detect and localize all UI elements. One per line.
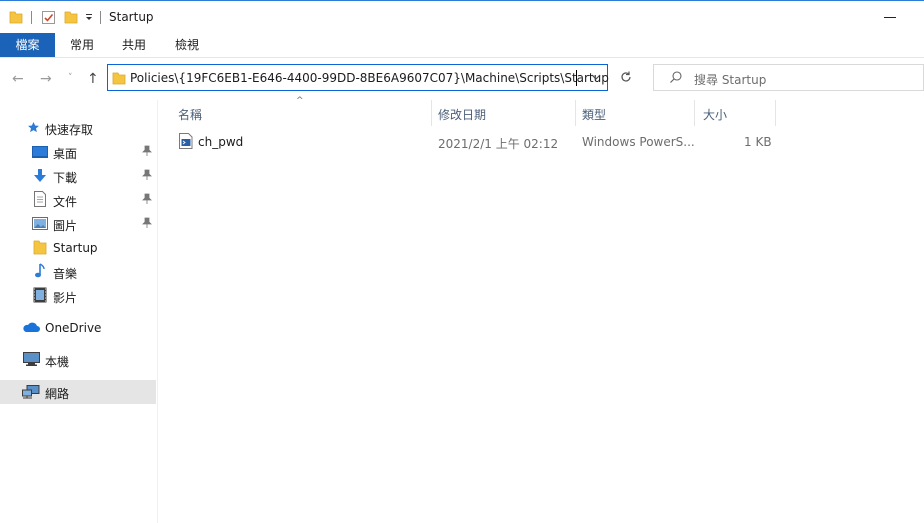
- title-bar: Startup: [0, 1, 924, 33]
- file-size: 1 KB: [744, 135, 772, 149]
- sidebar-item-label: 音樂: [53, 267, 78, 281]
- music-icon: [35, 263, 45, 278]
- sidebar-item-downloads[interactable]: 下載: [0, 165, 156, 187]
- address-bar[interactable]: Policies\{19FC6EB1-E646-4400-99DD-8BE6A9…: [107, 64, 609, 91]
- recent-locations-icon[interactable]: ˅: [68, 73, 73, 83]
- folder-icon: [112, 72, 126, 85]
- tab-home[interactable]: 常用: [59, 33, 105, 57]
- new-folder-icon[interactable]: [64, 10, 78, 25]
- sidebar-item-label: 快速存取: [45, 123, 94, 137]
- sidebar-item-label: 影片: [53, 291, 78, 305]
- column-header-label: 類型: [582, 108, 607, 122]
- pin-icon[interactable]: [142, 217, 152, 229]
- search-box[interactable]: 搜尋 Startup: [653, 64, 924, 91]
- desktop-icon: [32, 146, 48, 158]
- column-separator[interactable]: [775, 100, 776, 126]
- sidebar-item-label: 圖片: [53, 219, 78, 233]
- sidebar-item-desktop[interactable]: 桌面: [0, 141, 156, 163]
- column-header-type[interactable]: 類型: [576, 100, 694, 126]
- documents-icon: [34, 191, 46, 207]
- column-header-size[interactable]: 大小: [695, 100, 775, 126]
- file-row[interactable]: ch_pwd 2021/2/1 上午 02:12 Windows PowerS.…: [170, 130, 780, 152]
- navigation-pane: 快速存取 桌面 下載 文件 圖片 Startup 音樂 影片 OneDrive …: [0, 100, 157, 523]
- search-icon: [670, 71, 682, 83]
- powershell-script-icon: [179, 133, 193, 149]
- computer-icon: [23, 352, 40, 366]
- toolbar-separator: [100, 11, 101, 24]
- column-header-modified[interactable]: 修改日期: [432, 100, 575, 126]
- folder-icon: [33, 240, 47, 255]
- star-icon: [28, 122, 39, 133]
- tab-file[interactable]: 檔案: [0, 33, 55, 57]
- file-modified: 2021/2/1 上午 02:12: [438, 137, 559, 151]
- refresh-icon: [620, 71, 631, 82]
- pin-icon[interactable]: [142, 193, 152, 205]
- sidebar-item-label: 桌面: [53, 147, 78, 161]
- sidebar-item-network[interactable]: 網路: [0, 380, 156, 404]
- forward-icon[interactable]: →: [40, 71, 52, 87]
- column-header-label: 修改日期: [438, 108, 487, 122]
- column-header-label: 大小: [703, 108, 728, 122]
- sidebar-item-this-pc[interactable]: 本機: [0, 349, 156, 371]
- videos-icon: [33, 287, 47, 303]
- sidebar-item-documents[interactable]: 文件: [0, 189, 156, 211]
- up-icon[interactable]: ↑: [87, 71, 99, 87]
- sidebar-item-music[interactable]: 音樂: [0, 261, 156, 283]
- sidebar-item-pictures[interactable]: 圖片: [0, 213, 156, 235]
- pane-divider: [157, 100, 158, 523]
- pin-icon[interactable]: [142, 169, 152, 181]
- sidebar-item-label: 文件: [53, 195, 78, 209]
- sidebar-item-videos[interactable]: 影片: [0, 285, 156, 307]
- refresh-button[interactable]: [612, 64, 639, 91]
- column-header-name[interactable]: 名稱: [170, 100, 432, 126]
- sidebar-item-label: OneDrive: [45, 321, 102, 335]
- sidebar-item-label: 下載: [53, 171, 78, 185]
- onedrive-icon: [23, 322, 40, 332]
- tab-view[interactable]: 檢視: [164, 33, 210, 57]
- sidebar-item-quick-access[interactable]: 快速存取: [0, 117, 156, 139]
- back-icon[interactable]: ←: [12, 71, 24, 87]
- search-placeholder[interactable]: 搜尋 Startup: [694, 71, 766, 88]
- sidebar-item-startup[interactable]: Startup: [0, 237, 156, 259]
- column-header-label: 名稱: [178, 108, 203, 122]
- sidebar-item-label: 本機: [45, 355, 70, 369]
- toolbar-separator: [31, 11, 32, 24]
- ribbon-tabs: 檔案 常用 共用 檢視: [0, 33, 924, 58]
- text-caret: [576, 70, 577, 86]
- pin-icon[interactable]: [142, 145, 152, 157]
- pictures-icon: [32, 217, 48, 230]
- download-icon: [34, 169, 46, 182]
- network-icon: [22, 385, 40, 399]
- sidebar-item-label: 網路: [45, 387, 70, 401]
- address-path[interactable]: Policies\{19FC6EB1-E646-4400-99DD-8BE6A9…: [130, 71, 609, 85]
- properties-icon[interactable]: [41, 10, 56, 25]
- file-type: Windows PowerS...: [582, 135, 695, 149]
- customize-toolbar-icon[interactable]: [85, 14, 94, 22]
- tab-share[interactable]: 共用: [111, 33, 157, 57]
- chevron-down-icon[interactable]: [590, 69, 602, 85]
- sidebar-item-onedrive[interactable]: OneDrive: [0, 317, 156, 339]
- sidebar-item-label: Startup: [53, 241, 98, 255]
- minimize-icon[interactable]: [884, 17, 896, 18]
- window-title: Startup: [109, 10, 154, 24]
- folder-icon[interactable]: [9, 10, 23, 24]
- file-name[interactable]: ch_pwd: [198, 135, 243, 149]
